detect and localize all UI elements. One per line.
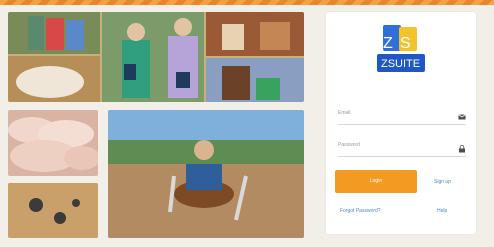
password-label: Password xyxy=(338,142,360,148)
login-card: Z S ZSUITE Email Password Login Sign up … xyxy=(326,12,476,234)
pigs-photo xyxy=(8,110,98,176)
forgot-password-link[interactable]: Forgot Password? xyxy=(340,208,381,214)
zsuite-logo: Z S ZSUITE xyxy=(369,20,431,82)
email-label: Email xyxy=(338,110,351,116)
help-link[interactable]: Help xyxy=(437,208,447,214)
lock-icon xyxy=(458,140,466,153)
signup-link[interactable]: Sign up xyxy=(434,179,451,185)
password-field[interactable]: Password xyxy=(338,138,466,157)
target-practice-photo xyxy=(8,183,98,238)
email-field[interactable]: Email xyxy=(338,106,466,125)
svg-text:ZSUITE: ZSUITE xyxy=(381,58,420,70)
top-stripe xyxy=(0,0,494,5)
envelope-icon xyxy=(458,108,466,120)
svg-text:S: S xyxy=(400,35,411,52)
rodeo-barrel-racing-photo xyxy=(108,110,304,238)
svg-text:Z: Z xyxy=(383,35,393,52)
students-collage-photo xyxy=(8,12,304,102)
login-button[interactable]: Login xyxy=(335,170,417,193)
